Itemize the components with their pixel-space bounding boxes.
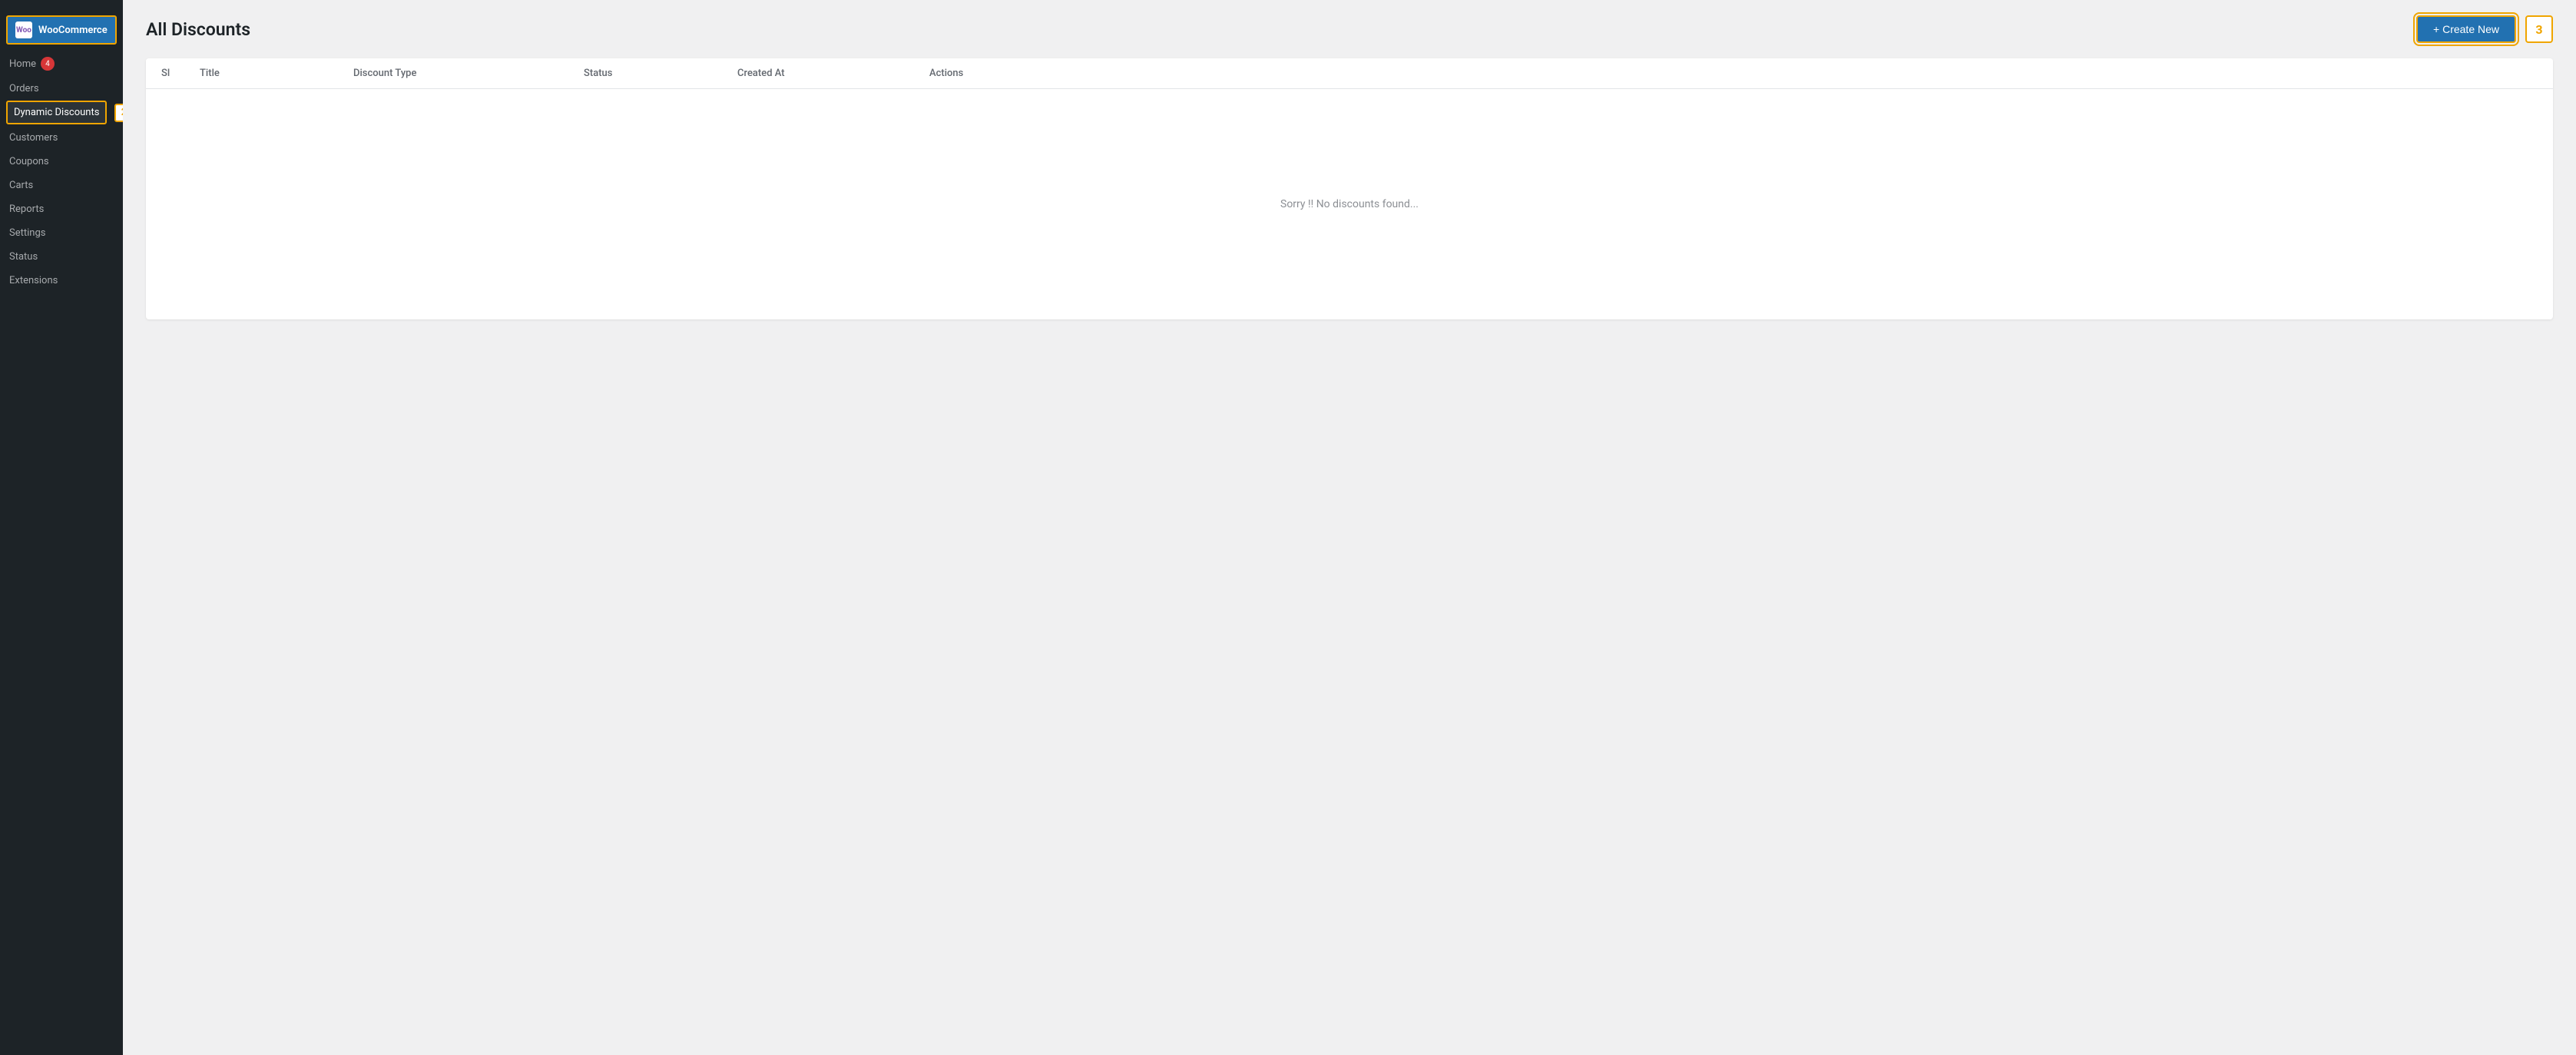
woocommerce-brand[interactable]: Woo WooCommerce: [6, 15, 117, 45]
col-sl: Sl: [161, 68, 200, 79]
table-body: Sorry !! No discounts found...: [146, 89, 2553, 319]
sidebar-item-home-label: Home: [9, 58, 36, 70]
col-status: Status: [584, 68, 737, 79]
sidebar-item-extensions[interactable]: Extensions: [0, 269, 123, 293]
sidebar-item-extensions-label: Extensions: [9, 275, 58, 286]
sidebar-item-settings[interactable]: Settings: [0, 221, 123, 245]
sidebar-item-carts-label: Carts: [9, 180, 33, 191]
sidebar-item-home[interactable]: Home 4: [0, 51, 123, 77]
home-notification-badge: 4: [41, 57, 55, 71]
create-new-button[interactable]: + Create New: [2416, 15, 2516, 43]
annotation-3-badge: 3: [2525, 15, 2553, 43]
col-actions: Actions: [929, 68, 1083, 79]
sidebar-item-status[interactable]: Status: [0, 245, 123, 269]
sidebar-item-customers-label: Customers: [9, 132, 58, 144]
sidebar-item-reports[interactable]: Reports: [0, 197, 123, 221]
discounts-table-container: Sl Title Discount Type Status Created At…: [146, 58, 2553, 319]
sidebar-item-carts[interactable]: Carts: [0, 174, 123, 197]
sidebar-item-coupons-label: Coupons: [9, 156, 49, 167]
sidebar-item-customers[interactable]: Customers: [0, 126, 123, 150]
woo-logo: Woo: [15, 21, 32, 38]
sidebar-item-orders[interactable]: Orders: [0, 77, 123, 101]
sidebar-item-dynamic-discounts-label: Dynamic Discounts: [14, 107, 99, 118]
header-right: + Create New 3: [2416, 15, 2553, 43]
sidebar: Woo WooCommerce 1 Home 4 Orders Dynamic …: [0, 0, 123, 1055]
col-created-at: Created At: [737, 68, 929, 79]
page-title: All Discounts: [146, 19, 250, 40]
sidebar-item-orders-label: Orders: [9, 83, 39, 94]
sidebar-nav: Home 4 Orders Dynamic Discounts 2 Custom…: [0, 51, 123, 293]
sidebar-item-settings-label: Settings: [9, 227, 45, 239]
page-header: All Discounts + Create New 3: [146, 15, 2553, 43]
sidebar-item-status-label: Status: [9, 251, 38, 263]
empty-state-message: Sorry !! No discounts found...: [1280, 198, 1419, 210]
main-content: All Discounts + Create New 3 Sl Title Di…: [123, 0, 2576, 1055]
table-header: Sl Title Discount Type Status Created At…: [146, 58, 2553, 89]
sidebar-item-dynamic-discounts[interactable]: Dynamic Discounts: [6, 101, 107, 124]
sidebar-item-reports-label: Reports: [9, 203, 44, 215]
sidebar-item-coupons[interactable]: Coupons: [0, 150, 123, 174]
brand-label: WooCommerce: [38, 25, 108, 36]
col-title: Title: [200, 68, 353, 79]
col-discount-type: Discount Type: [353, 68, 584, 79]
